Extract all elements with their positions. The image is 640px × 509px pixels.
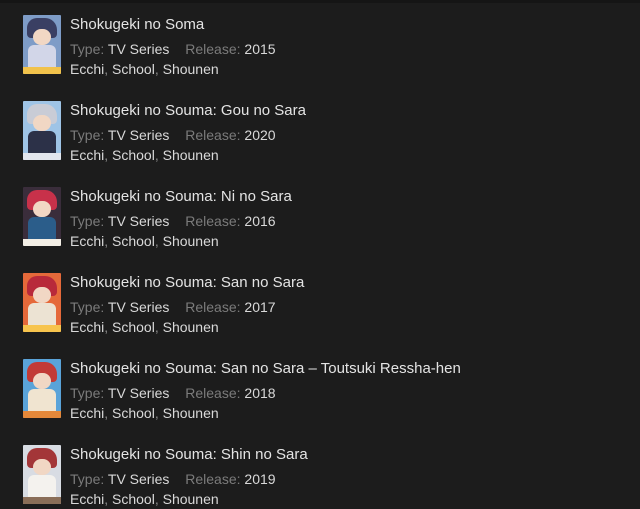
type-label: Type:	[70, 471, 105, 487]
genre-link[interactable]: Ecchi	[70, 319, 104, 335]
type-value: TV Series	[107, 299, 170, 315]
poster-thumbnail[interactable]	[23, 445, 61, 504]
item-meta: Type: TV Series Release: 2020	[70, 127, 276, 143]
genre-link[interactable]: Shounen	[163, 233, 219, 249]
release-value: 2016	[244, 213, 276, 229]
genre-link[interactable]: School	[112, 147, 155, 163]
item-title-link[interactable]: Shokugeki no Souma: Gou no Sara	[70, 102, 306, 119]
anime-result-list: Shokugeki no Soma Type: TV Series Releas…	[0, 0, 640, 509]
genre-link[interactable]: School	[112, 491, 155, 507]
item-meta: Type: TV Series Release: 2018	[70, 385, 276, 401]
release-value: 2017	[244, 299, 276, 315]
release-value: 2015	[244, 41, 276, 57]
genre-link[interactable]: School	[112, 405, 155, 421]
list-item[interactable]: Shokugeki no Souma: San no Sara Type: TV…	[0, 258, 640, 344]
poster-thumbnail[interactable]	[23, 273, 61, 332]
item-title-link[interactable]: Shokugeki no Souma: Shin no Sara	[70, 446, 308, 463]
release-label: Release:	[185, 471, 241, 487]
poster-thumbnail[interactable]	[23, 15, 61, 74]
item-title-link[interactable]: Shokugeki no Soma	[70, 16, 204, 33]
release-value: 2020	[244, 127, 276, 143]
genre-link[interactable]: Ecchi	[70, 147, 104, 163]
list-item[interactable]: Shokugeki no Souma: Gou no Sara Type: TV…	[0, 86, 640, 172]
type-label: Type:	[70, 127, 105, 143]
genre-link[interactable]: Ecchi	[70, 491, 104, 507]
release-value: 2019	[244, 471, 276, 487]
type-value: TV Series	[107, 41, 170, 57]
genre-list: Ecchi, School, Shounen	[70, 61, 219, 77]
list-item[interactable]: Shokugeki no Souma: San no Sara – Toutsu…	[0, 344, 640, 430]
type-value: TV Series	[107, 471, 170, 487]
item-meta: Type: TV Series Release: 2017	[70, 299, 276, 315]
type-label: Type:	[70, 385, 105, 401]
genre-list: Ecchi, School, Shounen	[70, 405, 219, 421]
type-value: TV Series	[107, 127, 170, 143]
genre-list: Ecchi, School, Shounen	[70, 319, 219, 335]
poster-thumbnail[interactable]	[23, 359, 61, 418]
release-label: Release:	[185, 213, 241, 229]
list-item[interactable]: Shokugeki no Soma Type: TV Series Releas…	[0, 0, 640, 86]
item-title-link[interactable]: Shokugeki no Souma: San no Sara	[70, 274, 304, 291]
genre-link[interactable]: School	[112, 233, 155, 249]
genre-link[interactable]: Shounen	[163, 491, 219, 507]
genre-link[interactable]: Ecchi	[70, 405, 104, 421]
release-value: 2018	[244, 385, 276, 401]
genre-link[interactable]: Ecchi	[70, 233, 104, 249]
release-label: Release:	[185, 385, 241, 401]
list-item[interactable]: Shokugeki no Souma: Shin no Sara Type: T…	[0, 430, 640, 509]
genre-link[interactable]: School	[112, 61, 155, 77]
type-value: TV Series	[107, 385, 170, 401]
type-value: TV Series	[107, 213, 170, 229]
genre-list: Ecchi, School, Shounen	[70, 233, 219, 249]
genre-list: Ecchi, School, Shounen	[70, 147, 219, 163]
genre-link[interactable]: Ecchi	[70, 61, 104, 77]
genre-link[interactable]: Shounen	[163, 61, 219, 77]
type-label: Type:	[70, 41, 105, 57]
item-meta: Type: TV Series Release: 2019	[70, 471, 276, 487]
genre-link[interactable]: School	[112, 319, 155, 335]
item-meta: Type: TV Series Release: 2015	[70, 41, 276, 57]
release-label: Release:	[185, 41, 241, 57]
genre-link[interactable]: Shounen	[163, 147, 219, 163]
genre-list: Ecchi, School, Shounen	[70, 491, 219, 507]
type-label: Type:	[70, 213, 105, 229]
release-label: Release:	[185, 299, 241, 315]
genre-link[interactable]: Shounen	[163, 405, 219, 421]
item-title-link[interactable]: Shokugeki no Souma: Ni no Sara	[70, 188, 292, 205]
genre-link[interactable]: Shounen	[163, 319, 219, 335]
item-meta: Type: TV Series Release: 2016	[70, 213, 276, 229]
poster-thumbnail[interactable]	[23, 101, 61, 160]
poster-thumbnail[interactable]	[23, 187, 61, 246]
release-label: Release:	[185, 127, 241, 143]
type-label: Type:	[70, 299, 105, 315]
list-item[interactable]: Shokugeki no Souma: Ni no Sara Type: TV …	[0, 172, 640, 258]
item-title-link[interactable]: Shokugeki no Souma: San no Sara – Toutsu…	[70, 360, 461, 377]
